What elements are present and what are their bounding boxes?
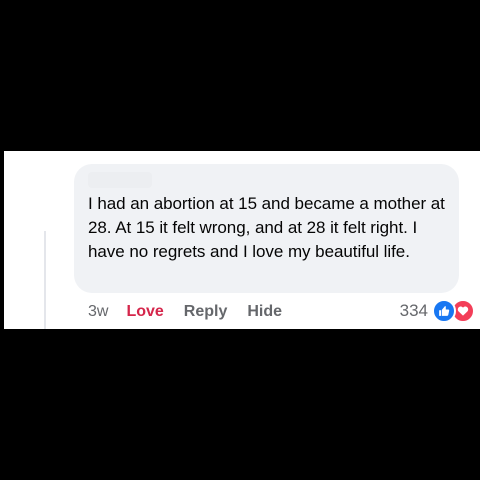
reply-button[interactable]: Reply [184, 303, 228, 321]
comment-actions: 3w Love Reply Hide [88, 301, 282, 323]
thread-line [44, 231, 46, 329]
love-reaction-button[interactable]: Love [126, 303, 163, 321]
author-name-redacted [88, 172, 152, 188]
comment-bubble: I had an abortion at 15 and became a mot… [74, 164, 459, 293]
comment-timestamp[interactable]: 3w [88, 303, 108, 321]
reaction-summary[interactable]: 334 [400, 299, 475, 323]
hide-button[interactable]: Hide [247, 303, 282, 321]
screenshot-frame: I had an abortion at 15 and became a mot… [0, 0, 480, 480]
comment-card: I had an abortion at 15 and became a mot… [4, 151, 480, 329]
comment-text: I had an abortion at 15 and became a mot… [88, 194, 445, 261]
reaction-count: 334 [399, 301, 428, 320]
like-icon [432, 299, 456, 323]
